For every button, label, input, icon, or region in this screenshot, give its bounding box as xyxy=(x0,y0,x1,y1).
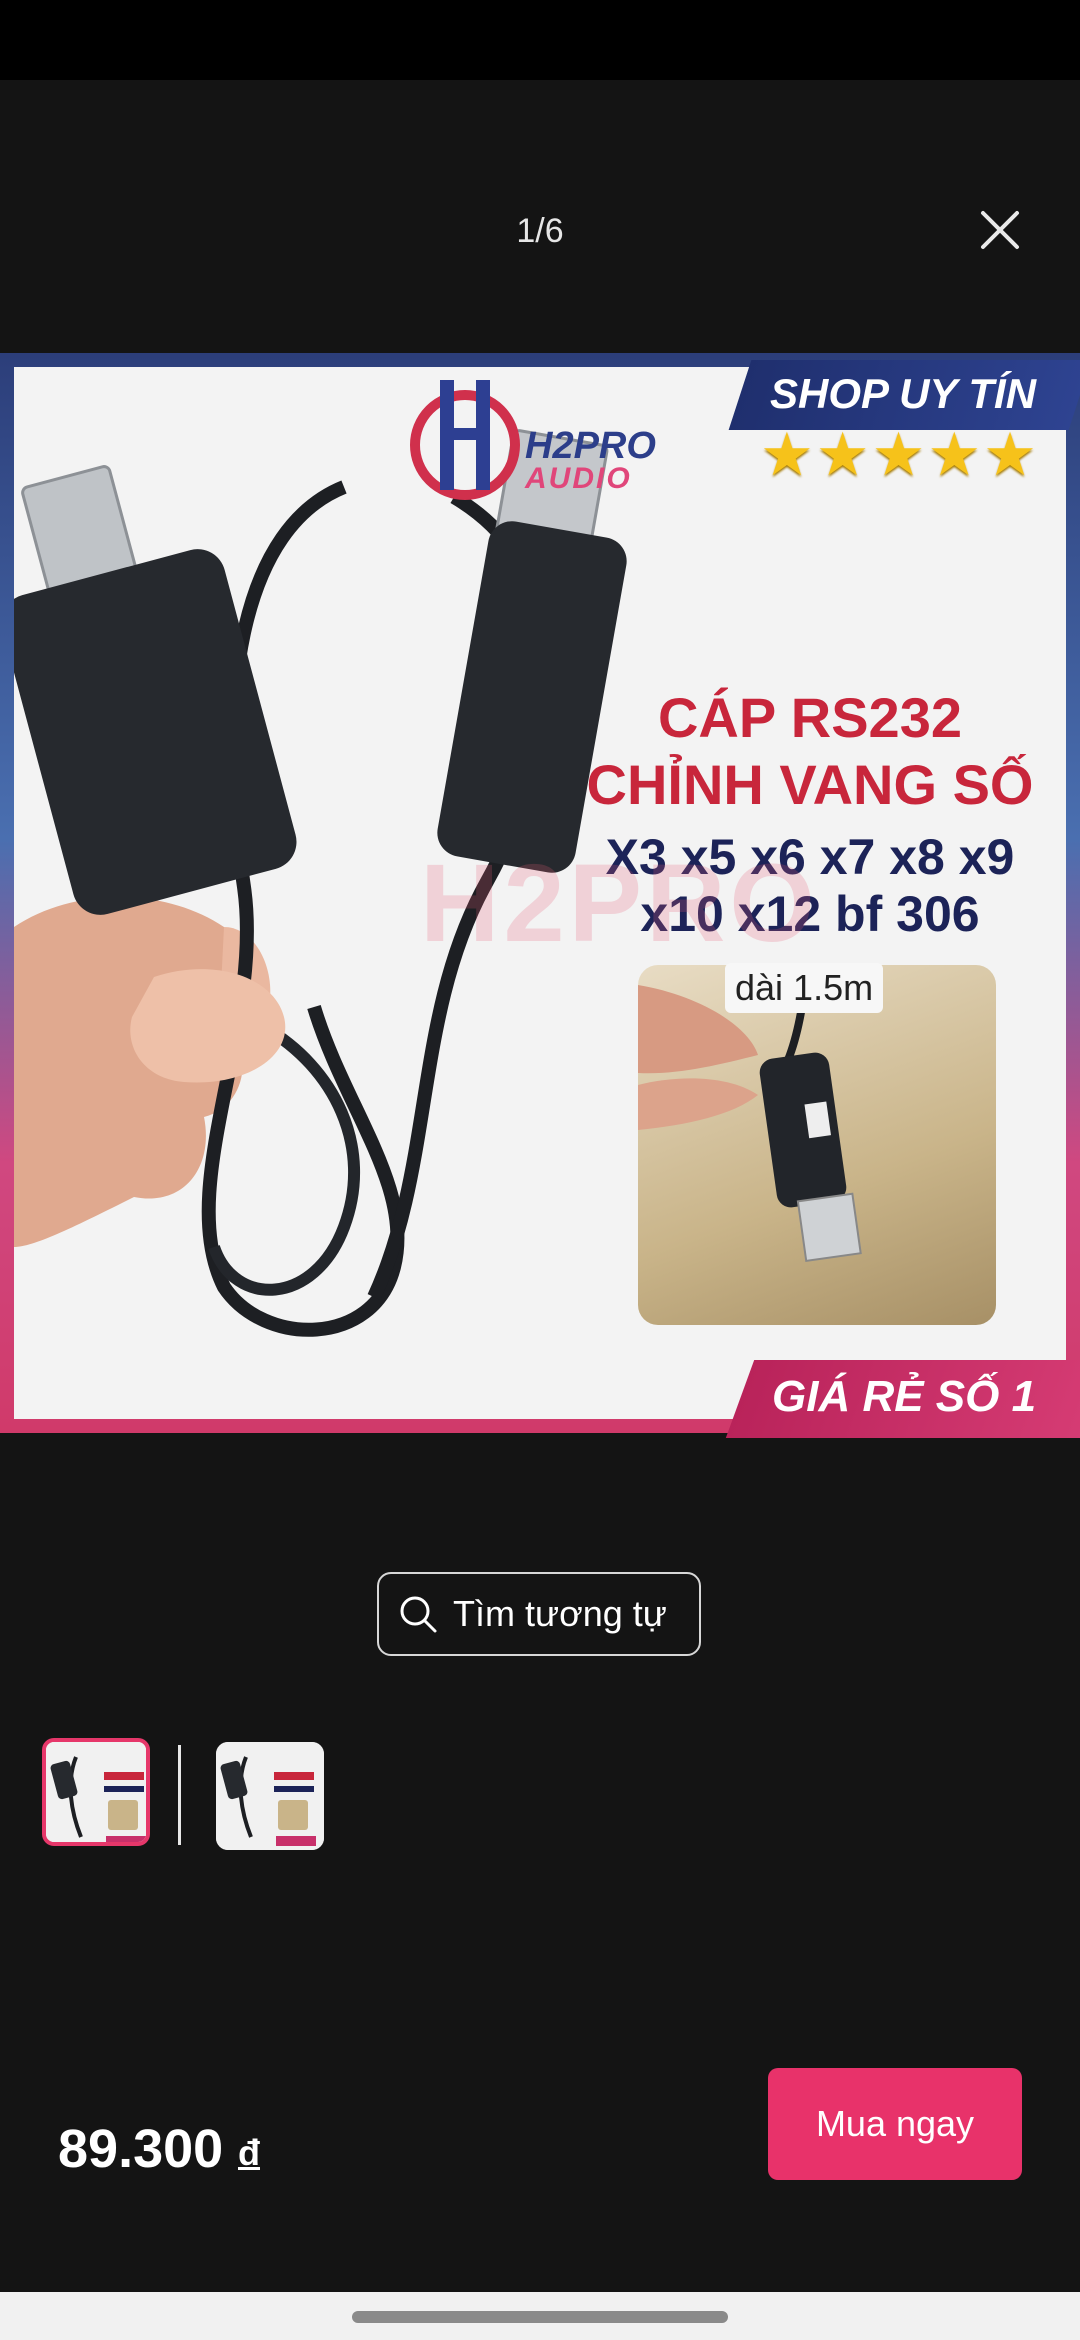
product-title-line1: CÁP RS232 xyxy=(657,686,962,749)
image-counter: 1/6 xyxy=(516,212,564,250)
brand-logo-mark xyxy=(410,380,520,500)
close-icon[interactable] xyxy=(965,195,1035,265)
currency-symbol: đ xyxy=(238,2132,260,2173)
image-watermark: H2PRO xyxy=(420,842,819,965)
thumbnail-image xyxy=(46,1742,146,1842)
thumbnail-2[interactable] xyxy=(216,1742,324,1850)
product-title-line2: CHỈNH VANG SỐ xyxy=(586,753,1034,816)
rating-stars: ★★★★★ xyxy=(760,421,1039,488)
inset-photo xyxy=(638,965,996,1325)
buy-now-button[interactable]: Mua ngay xyxy=(768,2068,1022,2180)
product-price: 89.300 xyxy=(58,2119,224,2179)
brand-subname: AUDIO xyxy=(525,462,632,495)
shop-badge-text: SHOP UY TÍN xyxy=(770,370,1037,417)
search-icon xyxy=(400,1596,437,1633)
thumbnail-1[interactable] xyxy=(42,1738,150,1846)
length-label: dài 1.5m xyxy=(725,963,884,1013)
find-similar-button[interactable]: Tìm tương tự xyxy=(377,1572,701,1656)
inset-cable-illustration xyxy=(638,965,862,1262)
thumbnail-divider xyxy=(178,1745,181,1845)
home-indicator[interactable] xyxy=(352,2311,728,2323)
thumbnail-image xyxy=(216,1742,324,1850)
find-similar-label: Tìm tương tự xyxy=(453,1593,667,1634)
status-bar xyxy=(0,0,1080,80)
cheap-price-text: GIÁ RẺ SỐ 1 xyxy=(772,1372,1037,1421)
